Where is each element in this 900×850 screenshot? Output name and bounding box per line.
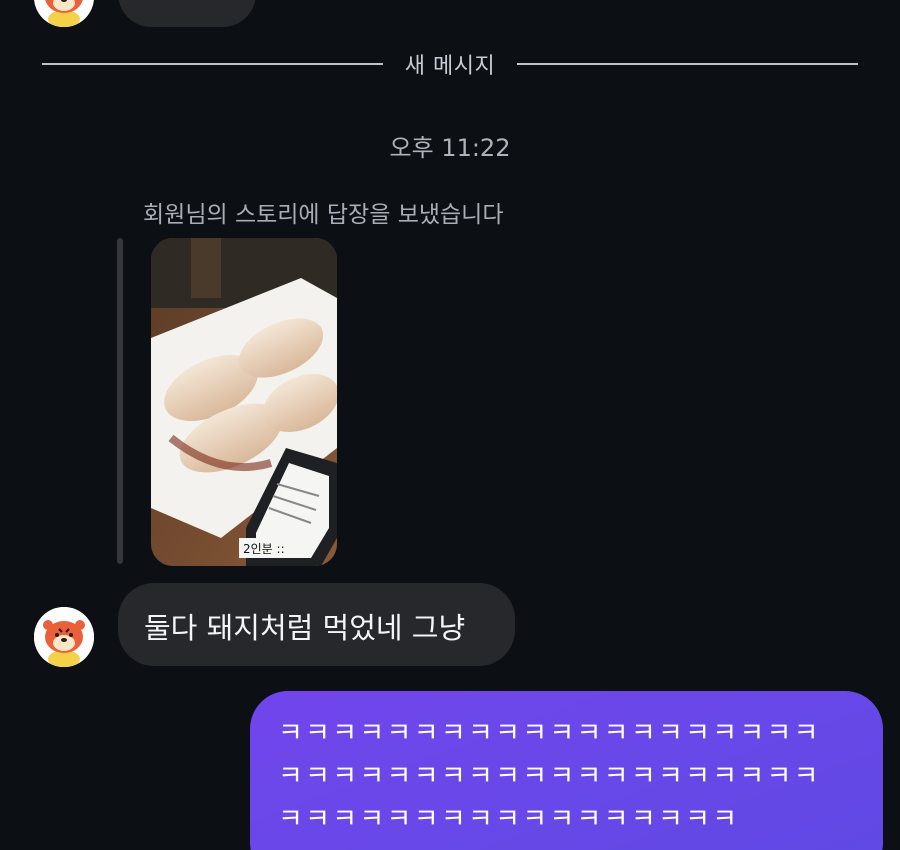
incoming-bubble-previous[interactable] [118, 0, 256, 27]
incoming-message-text: 둘다 돼지처럼 먹었네 그냥 [144, 611, 466, 645]
divider-label: 새 메시지 [404, 54, 496, 79]
incoming-message-bubble[interactable]: 둘다 돼지처럼 먹었네 그냥 [118, 583, 515, 666]
outgoing-line-2: ㅋㅋㅋㅋㅋㅋㅋㅋㅋㅋㅋㅋㅋㅋㅋㅋㅋㅋㅋㅋ [278, 761, 821, 792]
chat-screen: 새 메시지 오후 11:22 회원님의 스토리에 답장을 보냈습니다 2인분:… [0, 0, 900, 850]
outgoing-line-1: ㅋㅋㅋㅋㅋㅋㅋㅋㅋㅋㅋㅋㅋㅋㅋㅋㅋㅋㅋㅋ [278, 718, 821, 749]
tiger-avatar-icon [34, 0, 94, 27]
contact-avatar[interactable] [34, 607, 94, 667]
story-reply-rule [117, 238, 123, 564]
outgoing-line-3: ㅋㅋㅋㅋㅋㅋㅋㅋㅋㅋㅋㅋㅋㅋㅋㅋㅋ [278, 804, 740, 835]
new-messages-divider: 새 메시지 [42, 48, 858, 80]
divider-line-left [42, 63, 383, 65]
outgoing-message-text: ㅋㅋㅋㅋㅋㅋㅋㅋㅋㅋㅋㅋㅋㅋㅋㅋㅋㅋㅋㅋ ㅋㅋㅋㅋㅋㅋㅋㅋㅋㅋㅋㅋㅋㅋㅋㅋㅋㅋㅋㅋ… [278, 712, 821, 841]
receipt-label: 2인분 :: [243, 542, 285, 556]
contact-avatar-top[interactable] [34, 0, 94, 27]
story-thumbnail[interactable]: 2인분 :: [151, 238, 337, 566]
story-reply-caption: 회원님의 스토리에 답장을 보냈습니다 [143, 202, 504, 228]
message-timestamp: 오후 11:22 [389, 134, 511, 162]
tiger-avatar-icon [34, 607, 94, 667]
divider-line-right [517, 63, 858, 65]
